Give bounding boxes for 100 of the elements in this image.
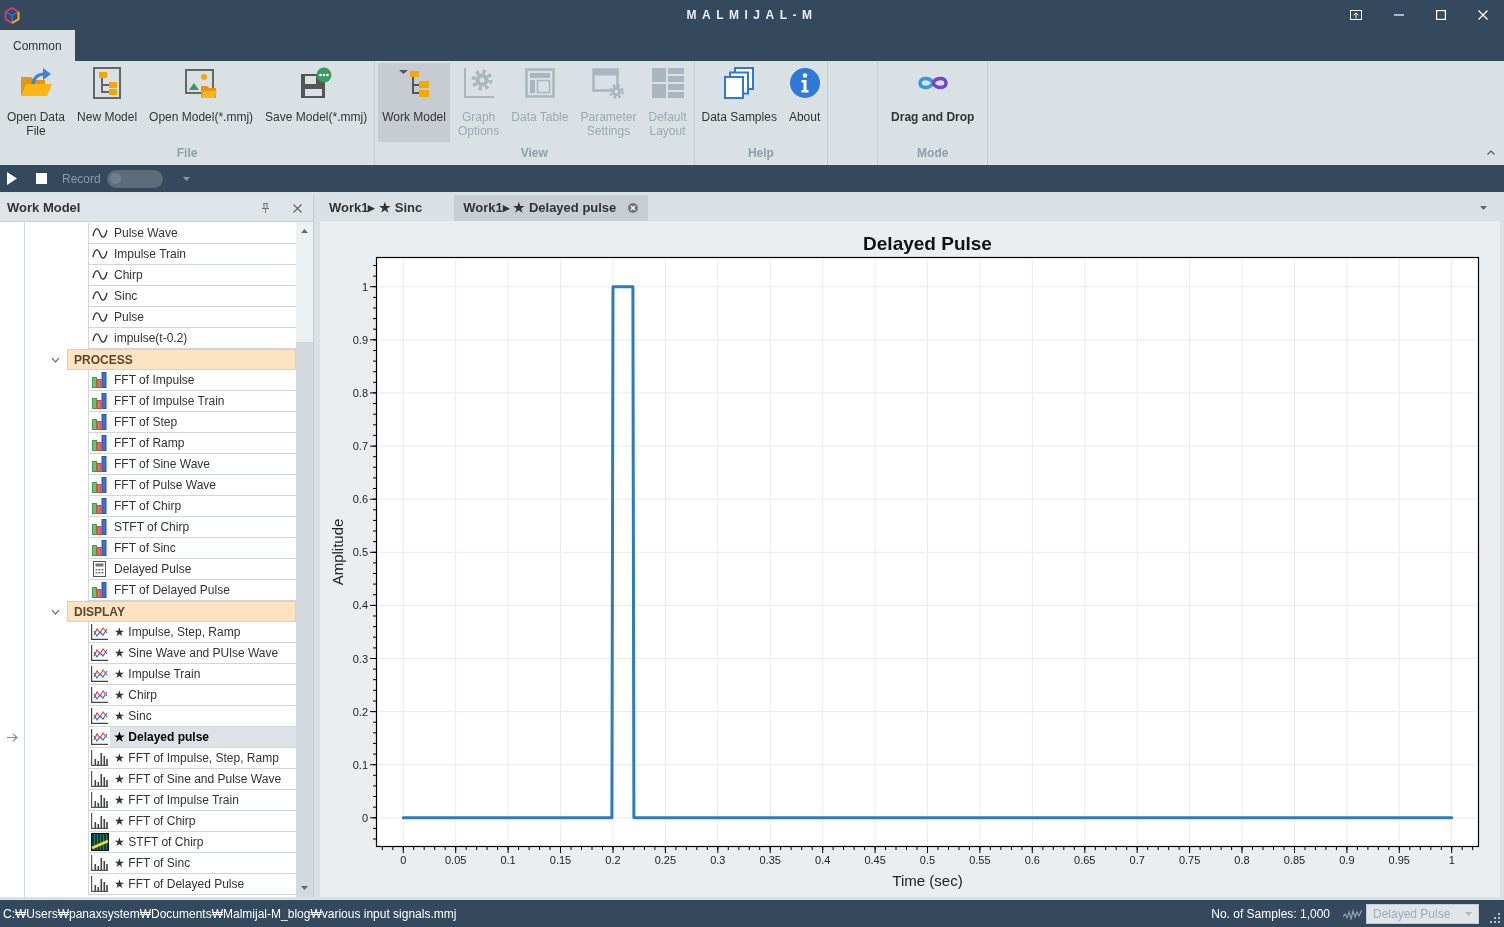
- tree-item[interactable]: Impulse Train: [88, 244, 296, 265]
- ribbon-group-label: File: [175, 145, 199, 162]
- x-tick-label: 0.25: [654, 854, 677, 866]
- tree-item[interactable]: FFT of Pulse Wave: [88, 475, 296, 496]
- close-icon[interactable]: [293, 203, 302, 213]
- window-arrow-icon[interactable]: [1350, 10, 1362, 20]
- floppy-disk-icon: [300, 67, 333, 99]
- y-tick-label: 1: [361, 280, 368, 293]
- ribbon-button[interactable]: Open Data File: [3, 63, 70, 142]
- scrollbar[interactable]: [296, 222, 313, 897]
- sine-wave-icon: [91, 269, 108, 281]
- bar-chart-icon: [92, 519, 107, 535]
- tree-item[interactable]: Delayed Pulse: [88, 559, 296, 580]
- x-tick-label: 0: [400, 854, 407, 866]
- bar-chart-icon: [92, 372, 107, 388]
- tree-item[interactable]: ★ FFT of Chirp: [88, 811, 296, 832]
- caret-down-icon[interactable]: [301, 886, 308, 890]
- x-tick-label: 0.7: [1129, 854, 1145, 866]
- y-tick-label: 0.6: [352, 493, 368, 506]
- caret-down-icon[interactable]: [182, 176, 190, 181]
- ribbon-button[interactable]: About: [784, 63, 825, 142]
- tree-item[interactable]: Pulse Wave: [88, 223, 296, 244]
- ribbon-button[interactable]: Work Model: [378, 63, 450, 142]
- bar-chart-icon: [92, 435, 107, 451]
- tree-item[interactable]: ★ Impulse Train: [88, 664, 296, 685]
- bar-chart-icon: [92, 393, 107, 409]
- ribbon-group-label: Mode: [916, 145, 950, 162]
- tree-item[interactable]: FFT of Sine Wave: [88, 454, 296, 475]
- tree-item[interactable]: ★ Impulse, Step, Ramp: [88, 622, 296, 643]
- tree-item[interactable]: ★ FFT of Impulse Train: [88, 790, 296, 811]
- calculator-icon: [93, 561, 106, 577]
- maximize-icon[interactable]: [1436, 10, 1446, 20]
- tree-item[interactable]: Pulse: [88, 307, 296, 328]
- ribbon-button[interactable]: New Model: [73, 63, 142, 142]
- caret-down-icon[interactable]: [1480, 206, 1487, 210]
- y-tick-label: 0.1: [352, 758, 368, 771]
- chevron-down-icon[interactable]: [51, 608, 60, 615]
- tree-item[interactable]: FFT of Chirp: [88, 496, 296, 517]
- image-folder-icon: [185, 68, 218, 98]
- tree-item[interactable]: ★ Sine Wave and PUlse Wave: [88, 643, 296, 664]
- histogram-icon: [91, 876, 108, 892]
- stacked-pages-icon: [724, 67, 755, 99]
- ribbon-button[interactable]: Data Samples: [697, 63, 781, 142]
- chevron-up-icon[interactable]: [1487, 150, 1495, 155]
- ribbon-group-label: View: [519, 145, 549, 162]
- document-tab[interactable]: Work1▸ ★ Delayed pulse: [454, 195, 649, 221]
- pin-icon[interactable]: [262, 203, 269, 213]
- tree-item[interactable]: Chirp: [88, 265, 296, 286]
- tree-item[interactable]: ★ FFT of Delayed Pulse: [88, 874, 296, 895]
- x-tick-label: 0.2: [605, 854, 621, 866]
- caret-down-icon: [1465, 911, 1472, 916]
- tree-item[interactable]: ★ Delayed pulse: [88, 727, 296, 748]
- tree-document-icon: [93, 67, 122, 99]
- document-tab[interactable]: Work1▸ ★ Sinc: [320, 195, 455, 221]
- close-circle-icon[interactable]: [628, 203, 639, 213]
- tree-item[interactable]: ★ Chirp: [88, 685, 296, 706]
- x-tick-label: 0.65: [1074, 854, 1096, 866]
- tree-item[interactable]: ★ FFT of Impulse, Step, Ramp: [88, 748, 296, 769]
- y-tick-label: 0.2: [352, 705, 368, 718]
- resize-grip-icon[interactable]: [1490, 913, 1500, 923]
- histogram-icon: [91, 792, 108, 808]
- bar-chart-icon: [92, 540, 107, 556]
- caret-up-icon[interactable]: [301, 229, 308, 233]
- tree-item[interactable]: STFT of Chirp: [88, 517, 296, 538]
- tree-item[interactable]: impulse(t-0.2): [88, 328, 296, 349]
- line-chart-icon: [91, 645, 108, 661]
- tree-group-header[interactable]: DISPLAY: [67, 601, 296, 622]
- ribbon-tab[interactable]: Common: [0, 30, 75, 61]
- record-switch[interactable]: [106, 169, 163, 188]
- panel-title: Work Model: [7, 199, 82, 218]
- cube-logo-icon: [4, 6, 20, 24]
- line-chart-icon: [91, 708, 108, 724]
- arrow-right-icon: [7, 733, 18, 742]
- record-label: Record: [62, 170, 101, 188]
- tree-item[interactable]: FFT of Step: [88, 412, 296, 433]
- ribbon-button[interactable]: Save Model(*.mmj): [261, 63, 372, 142]
- ribbon-button[interactable]: Open Model(*.mmj): [145, 63, 258, 142]
- y-tick-label: 0.5: [352, 546, 368, 559]
- tree-group-header[interactable]: PROCESS: [67, 349, 296, 370]
- tree-item[interactable]: FFT of Delayed Pulse: [88, 580, 296, 601]
- y-tick-label: 0: [361, 811, 368, 824]
- y-tick-label: 0.8: [352, 386, 368, 399]
- scrollbar-thumb[interactable]: [296, 342, 313, 879]
- tree-item[interactable]: FFT of Ramp: [88, 433, 296, 454]
- tree-item[interactable]: FFT of Impulse Train: [88, 391, 296, 412]
- tree-item[interactable]: ★ STFT of Chirp: [88, 832, 296, 853]
- x-tick-label: 0.4: [815, 854, 831, 866]
- play-icon[interactable]: [7, 172, 17, 185]
- chevron-down-icon[interactable]: [51, 356, 60, 363]
- tree-item[interactable]: FFT of Impulse: [88, 370, 296, 391]
- tree-item[interactable]: ★ FFT of Sinc: [88, 853, 296, 874]
- ribbon-button[interactable]: Drag and Drop: [887, 63, 979, 142]
- tree-item[interactable]: ★ FFT of Sine and Pulse Wave: [88, 769, 296, 790]
- folder-arrow-icon: [20, 67, 52, 99]
- tree-item[interactable]: Sinc: [88, 286, 296, 307]
- tree-item[interactable]: ★ Sinc: [88, 706, 296, 727]
- y-tick-label: 0.4: [352, 599, 368, 612]
- tree-item[interactable]: FFT of Sinc: [88, 538, 296, 559]
- y-axis-label: Amplitude: [329, 518, 346, 586]
- line-chart-icon: [91, 624, 108, 640]
